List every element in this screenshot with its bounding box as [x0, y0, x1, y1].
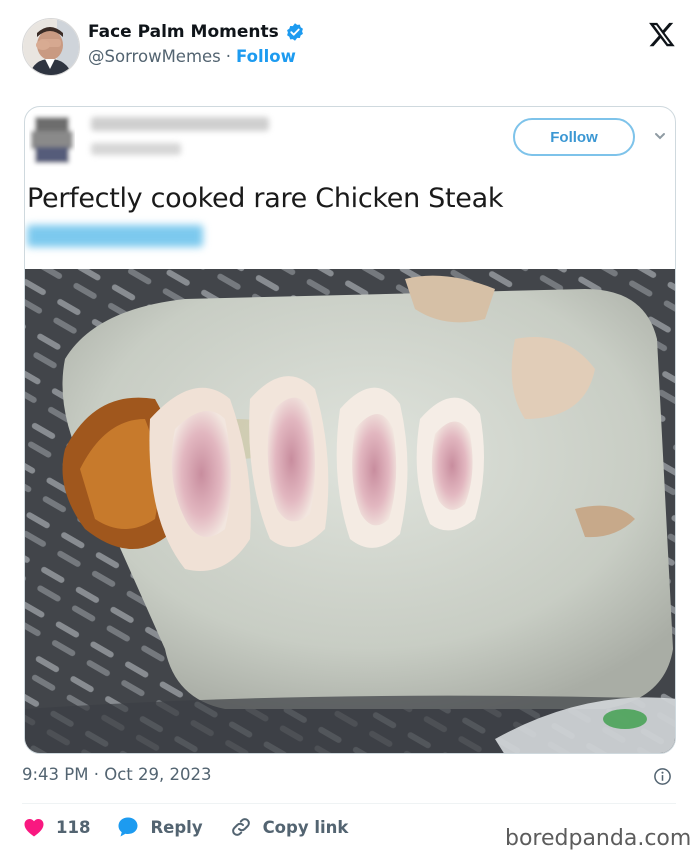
chevron-down-icon[interactable]: [653, 129, 667, 143]
like-button[interactable]: 118: [22, 815, 90, 839]
info-icon[interactable]: [653, 767, 672, 786]
follow-button[interactable]: Follow: [236, 47, 296, 66]
link-icon: [231, 818, 250, 836]
chicken-steak-photo[interactable]: [25, 269, 676, 754]
embedded-post-text: Perfectly cooked rare Chicken Steak: [27, 183, 504, 214]
heart-icon: [24, 819, 44, 837]
tweet-header: Face Palm Moments @SorrowMemes · Follow: [22, 16, 682, 78]
divider: [22, 803, 676, 804]
reply-label: Reply: [150, 817, 203, 837]
like-count: 118: [56, 817, 91, 837]
watermark: boredpanda.com: [505, 826, 692, 851]
display-name[interactable]: Face Palm Moments: [88, 22, 279, 42]
embedded-screenshot[interactable]: Follow Perfectly cooked rare Chicken Ste…: [24, 106, 676, 754]
copy-link-label: Copy link: [262, 817, 349, 837]
timestamp[interactable]: 9:43 PM · Oct 29, 2023: [22, 765, 211, 784]
blurred-avatar: [29, 113, 75, 167]
avatar[interactable]: [22, 18, 80, 76]
name-row: Face Palm Moments: [88, 22, 305, 42]
separator: ·: [225, 47, 232, 66]
copy-link-button[interactable]: Copy link: [229, 815, 349, 839]
reply-button[interactable]: Reply: [116, 815, 203, 839]
verified-badge-icon: [286, 23, 303, 41]
blurred-handle: [91, 143, 181, 155]
blurred-username: [91, 117, 269, 131]
handle[interactable]: @SorrowMemes: [88, 47, 221, 66]
embedded-follow-button[interactable]: Follow: [513, 118, 635, 156]
action-bar: 118 Reply Copy link: [22, 812, 374, 842]
x-logo-icon[interactable]: [648, 20, 676, 48]
blurred-link: [27, 225, 203, 247]
reply-bubble-icon: [118, 817, 138, 837]
handle-row: @SorrowMemes · Follow: [88, 47, 296, 66]
